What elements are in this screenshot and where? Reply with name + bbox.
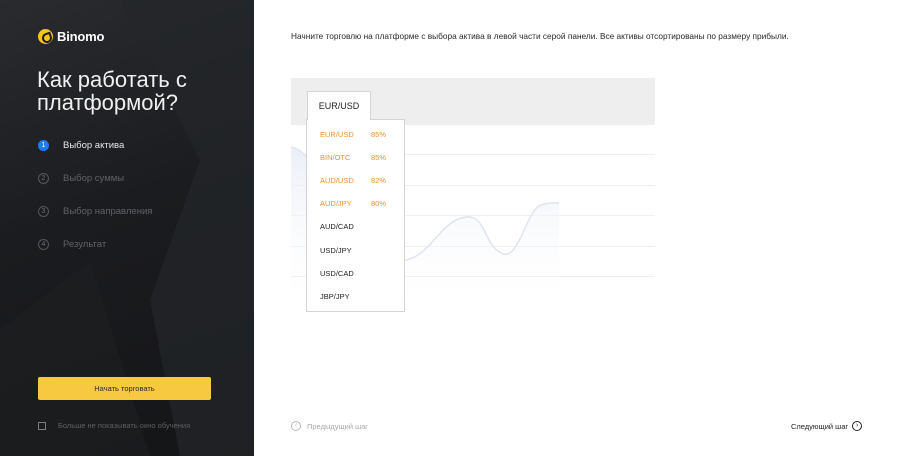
dont-show-label: Больше не показывать окно обучения xyxy=(58,421,191,430)
steps-list: 1 Выбор актива 2 Выбор суммы 3 Выбор нап… xyxy=(38,140,152,272)
asset-name: AUD/JPY xyxy=(320,199,352,209)
step-number: 2 xyxy=(38,173,49,184)
asset-option[interactable]: EUR/USD 85% xyxy=(307,123,404,146)
asset-name: USD/CAD xyxy=(320,268,354,278)
asset-option[interactable]: AUD/JPY 80% xyxy=(307,192,404,215)
asset-name: BIN/OTC xyxy=(320,153,351,163)
previous-step-label: Предыдущий шаг xyxy=(307,421,369,431)
asset-option[interactable]: AUD/CAD xyxy=(307,215,404,238)
asset-name: AUD/CAD xyxy=(320,222,354,232)
step-item-direction: 3 Выбор направления xyxy=(38,206,152,217)
step-label: Результат xyxy=(63,239,107,250)
chevron-right-circle-icon: › xyxy=(852,421,863,431)
step-item-result: 4 Результат xyxy=(38,239,152,250)
asset-selector-button[interactable]: EUR/USD xyxy=(307,91,371,120)
step-item-asset: 1 Выбор актива xyxy=(38,140,152,151)
step-number: 1 xyxy=(38,140,49,151)
step-label: Выбор актива xyxy=(63,140,125,151)
next-step-label: Следующий шаг xyxy=(791,421,849,431)
step-label: Выбор направления xyxy=(63,206,153,217)
asset-name: USD/JPY xyxy=(320,245,352,255)
next-step-button[interactable]: Следующий шаг › xyxy=(791,421,863,431)
sidebar-panel: Binomo Как работать с платформой? 1 Выбо… xyxy=(0,0,254,456)
step-label: Выбор суммы xyxy=(63,173,125,184)
step-item-amount: 2 Выбор суммы xyxy=(38,173,152,184)
asset-profit: 80% xyxy=(371,199,387,209)
step-number: 3 xyxy=(38,206,49,217)
dont-show-checkbox[interactable] xyxy=(38,421,46,430)
asset-name: AUD/USD xyxy=(320,176,354,186)
asset-option[interactable]: BIN/OTC 85% xyxy=(307,146,404,169)
asset-profit: 82% xyxy=(371,176,387,186)
binomo-logo-icon xyxy=(38,29,53,44)
asset-option[interactable]: JBP/JPY xyxy=(307,285,404,308)
asset-profit: 85% xyxy=(371,130,387,140)
asset-option[interactable]: USD/JPY xyxy=(307,238,404,261)
instruction-text: Начните торговлю на платформе с выбора а… xyxy=(291,31,789,41)
asset-option[interactable]: USD/CAD xyxy=(307,262,404,285)
start-trading-button[interactable]: Начать торговать xyxy=(38,377,211,400)
asset-option[interactable]: AUD/USD 82% xyxy=(307,169,404,192)
logo-text: Binomo xyxy=(57,29,105,44)
logo: Binomo xyxy=(38,29,104,44)
chevron-left-circle-icon: ‹ xyxy=(291,421,301,431)
asset-profit: 85% xyxy=(371,153,387,163)
previous-step-button[interactable]: ‹ Предыдущий шаг xyxy=(291,421,368,431)
dont-show-again[interactable]: Больше не показывать окно обучения xyxy=(38,421,190,430)
asset-name: EUR/USD xyxy=(320,130,354,140)
step-number: 4 xyxy=(38,239,49,250)
asset-dropdown: EUR/USD 85% BIN/OTC 85% AUD/USD 82% AUD/… xyxy=(306,119,405,312)
asset-name: JBP/JPY xyxy=(320,291,350,301)
page-title: Как работать с платформой? xyxy=(37,67,187,115)
